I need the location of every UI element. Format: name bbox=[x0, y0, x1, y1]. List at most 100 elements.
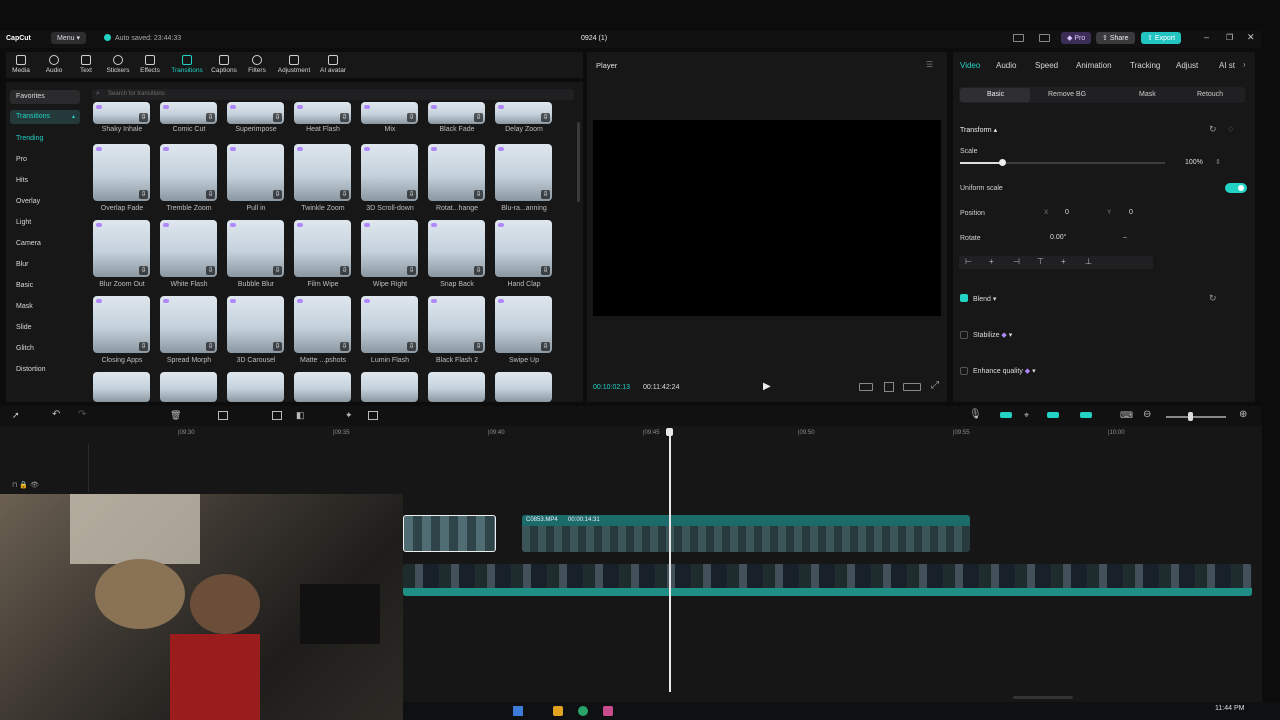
tool-effects[interactable]: Effects bbox=[132, 55, 168, 74]
transition-thumb[interactable]: ⇩ bbox=[227, 144, 284, 201]
download-icon[interactable]: ⇩ bbox=[206, 190, 215, 199]
tabs-next-icon[interactable]: › bbox=[1243, 60, 1246, 69]
select-tool-icon[interactable]: ➚ bbox=[12, 410, 20, 421]
grid-scrollbar[interactable] bbox=[577, 122, 580, 202]
uniform-scale-toggle[interactable] bbox=[1225, 183, 1247, 193]
blend-header[interactable]: Blend ▾ bbox=[973, 295, 996, 303]
nav-hits[interactable]: Hits bbox=[16, 177, 28, 184]
transition-thumb[interactable]: ⇩ bbox=[160, 102, 217, 124]
mirror-icon[interactable]: ◧ bbox=[296, 410, 305, 421]
tool-transitions[interactable]: Transitions bbox=[169, 55, 205, 74]
blend-checkbox[interactable] bbox=[960, 294, 968, 302]
transition-thumb[interactable] bbox=[93, 372, 150, 402]
download-icon[interactable]: ⇩ bbox=[340, 113, 349, 122]
transition-thumb[interactable] bbox=[495, 372, 552, 402]
stabilize-checkbox[interactable] bbox=[960, 331, 968, 339]
undo-icon[interactable]: ↶ bbox=[52, 409, 60, 420]
download-icon[interactable]: ⇩ bbox=[273, 113, 282, 122]
ratio-icon[interactable] bbox=[903, 383, 921, 391]
transitions-item[interactable]: Transitions ▴ bbox=[10, 110, 80, 124]
download-icon[interactable]: ⇩ bbox=[541, 190, 550, 199]
link-icon[interactable] bbox=[1000, 412, 1012, 418]
nav-distortion[interactable]: Distortion bbox=[16, 366, 46, 373]
download-icon[interactable]: ⇩ bbox=[407, 113, 416, 122]
align-center-v-icon[interactable]: + bbox=[1061, 257, 1066, 266]
export-button[interactable]: ⇧ Export bbox=[1141, 32, 1182, 44]
transition-thumb[interactable]: ⇩ bbox=[227, 296, 284, 353]
mic-icon[interactable]: 🎙 bbox=[969, 409, 982, 420]
download-icon[interactable]: ⇩ bbox=[139, 342, 148, 351]
transition-thumb[interactable]: ⇩ bbox=[495, 144, 552, 201]
nav-basic[interactable]: Basic bbox=[16, 282, 33, 289]
reset-icon[interactable]: ↻ bbox=[1209, 124, 1217, 135]
transition-thumb[interactable]: ⇩ bbox=[160, 220, 217, 277]
tab-adjust[interactable]: Adjust bbox=[1176, 61, 1198, 70]
close-icon[interactable]: ✕ bbox=[1247, 32, 1255, 43]
transition-thumb[interactable]: ⇩ bbox=[294, 102, 351, 124]
transition-thumb[interactable]: ⇩ bbox=[361, 296, 418, 353]
scale-value[interactable]: 100% bbox=[1185, 159, 1203, 166]
explorer-icon[interactable] bbox=[553, 706, 563, 716]
download-icon[interactable]: ⇩ bbox=[139, 266, 148, 275]
tool-text[interactable]: Text bbox=[68, 55, 104, 74]
transition-thumb[interactable]: ⇩ bbox=[495, 220, 552, 277]
transition-thumb[interactable]: ⇩ bbox=[294, 220, 351, 277]
download-icon[interactable]: ⇩ bbox=[340, 342, 349, 351]
nav-glitch[interactable]: Glitch bbox=[16, 345, 34, 352]
magic-icon[interactable]: ✦ bbox=[345, 410, 353, 421]
download-icon[interactable]: ⇩ bbox=[474, 266, 483, 275]
zoom-out-icon[interactable]: ⊖ bbox=[1143, 409, 1151, 420]
transition-thumb[interactable]: ⇩ bbox=[227, 220, 284, 277]
tool-audio[interactable]: Audio bbox=[36, 55, 72, 74]
nav-overlay[interactable]: Overlay bbox=[16, 198, 40, 205]
download-icon[interactable]: ⇩ bbox=[474, 342, 483, 351]
transition-thumb[interactable]: ⇩ bbox=[93, 102, 150, 124]
track-icon[interactable] bbox=[1080, 412, 1092, 418]
nav-pro[interactable]: Pro bbox=[16, 156, 27, 163]
tab-ai-style[interactable]: AI st bbox=[1219, 61, 1235, 70]
blend-reset-icon[interactable]: ↻ bbox=[1209, 293, 1217, 304]
video-preview[interactable] bbox=[593, 120, 941, 316]
subtab-mask[interactable]: Mask bbox=[1139, 91, 1156, 98]
tab-video[interactable]: Video bbox=[960, 61, 980, 70]
minimize-icon[interactable]: – bbox=[1204, 32, 1209, 42]
download-icon[interactable]: ⇩ bbox=[139, 190, 148, 199]
download-icon[interactable]: ⇩ bbox=[139, 113, 148, 122]
tab-speed[interactable]: Speed bbox=[1035, 61, 1058, 70]
transition-thumb[interactable] bbox=[428, 372, 485, 402]
zoom-in-icon[interactable]: ⊕ bbox=[1239, 409, 1247, 420]
enhance-header[interactable]: Enhance quality ◆ ▾ bbox=[973, 367, 1036, 375]
subtab-remove-bg[interactable]: Remove BG bbox=[1048, 91, 1086, 98]
download-icon[interactable]: ⇩ bbox=[407, 190, 416, 199]
download-icon[interactable]: ⇩ bbox=[407, 266, 416, 275]
shortcut-icon[interactable] bbox=[1039, 34, 1050, 42]
download-icon[interactable]: ⇩ bbox=[474, 190, 483, 199]
nav-slide[interactable]: Slide bbox=[16, 324, 32, 331]
transition-thumb[interactable]: ⇩ bbox=[93, 220, 150, 277]
tool-media[interactable]: Media bbox=[3, 55, 39, 74]
preview-axis-icon[interactable] bbox=[1047, 412, 1059, 418]
download-icon[interactable]: ⇩ bbox=[541, 342, 550, 351]
transition-thumb[interactable]: ⇩ bbox=[227, 102, 284, 124]
tab-audio[interactable]: Audio bbox=[996, 61, 1016, 70]
transition-thumb[interactable]: ⇩ bbox=[428, 220, 485, 277]
pro-button[interactable]: ◆ Pro bbox=[1061, 32, 1092, 44]
download-icon[interactable]: ⇩ bbox=[474, 113, 483, 122]
transition-thumb[interactable]: ⇩ bbox=[93, 296, 150, 353]
subtab-retouch[interactable]: Retouch bbox=[1197, 91, 1223, 98]
nav-mask[interactable]: Mask bbox=[16, 303, 33, 310]
download-icon[interactable]: ⇩ bbox=[206, 342, 215, 351]
transition-thumb[interactable]: ⇩ bbox=[294, 296, 351, 353]
share-button[interactable]: ⇪ Share bbox=[1096, 32, 1135, 44]
crop-tool-icon[interactable] bbox=[218, 411, 228, 420]
tool-captions[interactable]: Captions bbox=[206, 55, 242, 74]
player-menu-icon[interactable]: ☰ bbox=[926, 60, 933, 69]
play-icon[interactable]: ▶ bbox=[763, 381, 771, 392]
download-icon[interactable]: ⇩ bbox=[541, 113, 550, 122]
transition-thumb[interactable]: ⇩ bbox=[361, 102, 418, 124]
download-icon[interactable]: ⇩ bbox=[407, 342, 416, 351]
download-icon[interactable]: ⇩ bbox=[541, 266, 550, 275]
tool-adjustment[interactable]: Adjustment bbox=[276, 55, 312, 74]
transition-thumb[interactable]: ⇩ bbox=[160, 144, 217, 201]
freeze-icon[interactable] bbox=[272, 411, 282, 420]
